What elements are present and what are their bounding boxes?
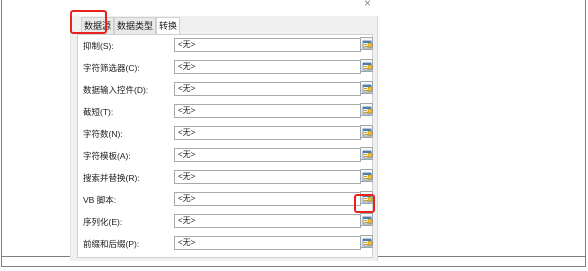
row-serialize: 序列化(E): <无> [78, 213, 373, 229]
row-char-filter: 字符筛选器(C): <无> [78, 59, 373, 75]
suppress-field[interactable]: <无> [174, 38, 361, 52]
edit-properties-icon [362, 216, 373, 225]
edit-properties-icon [362, 128, 373, 137]
row-label: VB 脚本: [83, 195, 117, 205]
row-label: 字符筛选器(C): [83, 63, 140, 73]
edit-properties-icon [362, 172, 373, 181]
close-icon[interactable]: × [364, 0, 371, 10]
truncate-edit-button[interactable] [360, 103, 373, 116]
char-filter-edit-button[interactable] [360, 59, 373, 72]
row-label: 前缀和后缀(P): [83, 239, 140, 249]
char-template-edit-button[interactable] [360, 147, 373, 160]
edit-properties-icon [362, 150, 373, 159]
serialize-field[interactable]: <无> [174, 214, 361, 228]
row-vb-script: VB 脚本: <无> [78, 191, 373, 207]
char-count-field[interactable]: <无> [174, 126, 361, 140]
edit-properties-icon [362, 62, 373, 71]
row-char-count: 字符数(N): <无> [78, 125, 373, 141]
search-replace-edit-button[interactable] [360, 169, 373, 182]
prefix-suffix-edit-button[interactable] [360, 235, 373, 248]
search-replace-field[interactable]: <无> [174, 170, 361, 184]
truncate-field[interactable]: <无> [174, 104, 361, 118]
vb-script-field[interactable]: <无> [174, 192, 361, 206]
edit-properties-icon [362, 40, 373, 49]
dialog-panel: 数据源 数据类型 转换 抑制(S): <无> 字符筛选器(C): <无> 数据输… [70, 16, 378, 261]
char-count-edit-button[interactable] [360, 125, 373, 138]
serialize-edit-button[interactable] [360, 213, 373, 226]
char-template-field[interactable]: <无> [174, 148, 361, 162]
serialize-button-highlight [354, 194, 375, 213]
char-filter-field[interactable]: <无> [174, 60, 361, 74]
suppress-edit-button[interactable] [360, 37, 373, 50]
row-label: 序列化(E): [83, 217, 123, 227]
tab-data-type[interactable]: 数据类型 [114, 17, 157, 34]
transform-settings: 抑制(S): <无> 字符筛选器(C): <无> 数据输入控件(D): <无> … [77, 34, 373, 258]
row-prefix-suffix: 前缀和后缀(P): <无> [78, 235, 373, 251]
prefix-suffix-field[interactable]: <无> [174, 236, 361, 250]
row-label: 字符模板(A): [83, 151, 131, 161]
row-input-control: 数据输入控件(D): <无> [78, 81, 373, 97]
input-control-edit-button[interactable] [360, 81, 373, 94]
edit-properties-icon [362, 84, 373, 93]
edit-properties-icon [362, 106, 373, 115]
row-truncate: 截短(T): <无> [78, 103, 373, 119]
input-control-field[interactable]: <无> [174, 82, 361, 96]
row-suppress: 抑制(S): <无> [78, 37, 373, 53]
row-search-replace: 搜索并替换(R): <无> [78, 169, 373, 185]
transform-tab-highlight [70, 10, 107, 34]
row-label: 字符数(N): [83, 129, 123, 139]
tab-transform[interactable]: 转换 [156, 17, 181, 34]
row-label: 搜索并替换(R): [83, 173, 140, 183]
edit-properties-icon [362, 238, 373, 247]
row-char-template: 字符模板(A): <无> [78, 147, 373, 163]
row-label: 抑制(S): [83, 41, 114, 51]
row-label: 截短(T): [83, 107, 114, 117]
row-label: 数据输入控件(D): [83, 85, 149, 95]
